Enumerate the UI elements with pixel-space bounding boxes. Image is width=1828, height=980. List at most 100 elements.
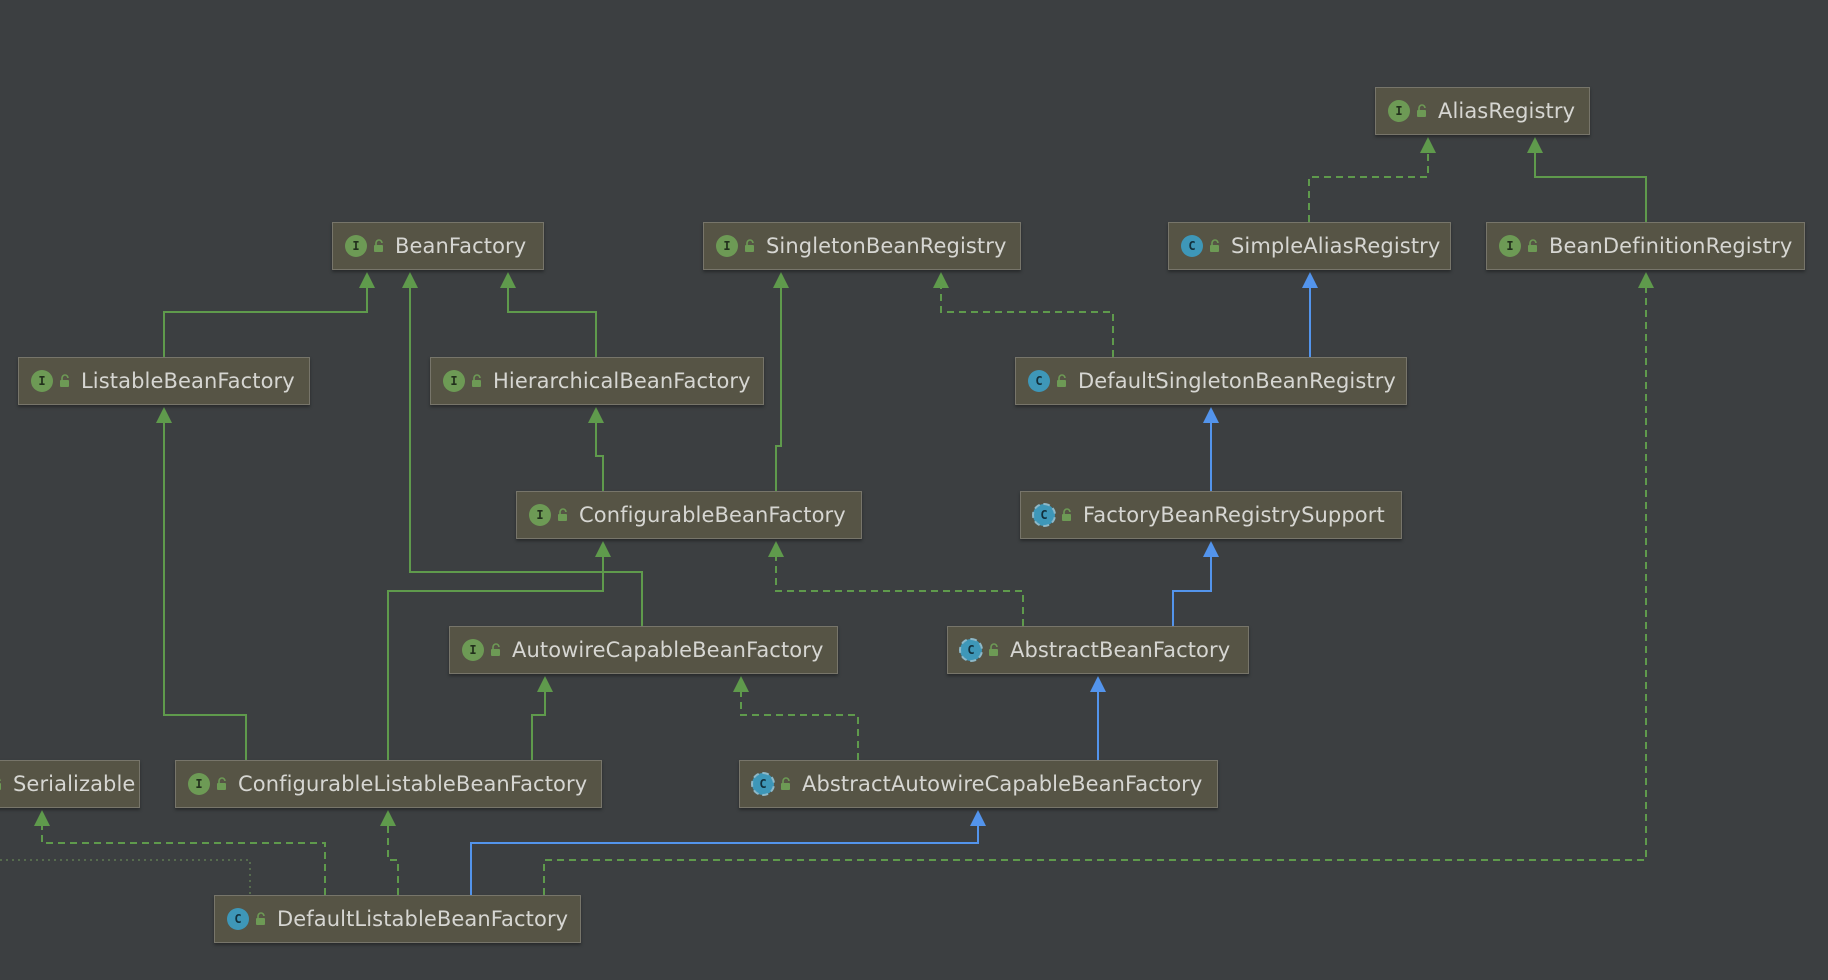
class-node-default-listable-bean-factory[interactable]: C DefaultListableBeanFactory (214, 895, 581, 943)
class-badge-icon: C (227, 908, 249, 930)
interface-badge-icon: I (443, 370, 465, 392)
edge-hierarchical-bean-factory-to-bean-factory (500, 272, 597, 357)
class-node-hierarchical-bean-factory[interactable]: I HierarchicalBeanFactory (430, 357, 764, 405)
inheritance-arrowhead-icon (1203, 541, 1219, 557)
class-name-label: HierarchicalBeanFactory (493, 369, 751, 393)
class-name-label: BeanDefinitionRegistry (1549, 234, 1793, 258)
public-visibility-icon (1056, 374, 1070, 388)
inheritance-arrowhead-icon (1302, 272, 1318, 288)
class-node-simple-alias-registry[interactable]: C SimpleAliasRegistry (1168, 222, 1451, 270)
edge-abstract-autowire-capable-bean-factory-to-autowire-capable-bean-factory (733, 676, 859, 760)
dotted-guide-line (0, 859, 251, 895)
inheritance-arrowhead-icon (359, 272, 375, 288)
public-visibility-icon (744, 239, 758, 253)
class-badge-icon: C (1032, 503, 1056, 527)
public-visibility-icon (1416, 104, 1430, 118)
class-node-abstract-autowire-capable-bean-factory[interactable]: C AbstractAutowireCapableBeanFactory (739, 760, 1218, 808)
inheritance-arrowhead-icon (768, 541, 784, 557)
public-visibility-icon (59, 374, 73, 388)
edge-abstract-bean-factory-to-configurable-bean-factory (768, 541, 1024, 626)
inheritance-arrowhead-icon (970, 810, 986, 826)
class-node-factory-bean-registry-support[interactable]: C FactoryBeanRegistrySupport (1020, 491, 1402, 539)
class-badge-icon: C (959, 638, 983, 662)
inheritance-edges (0, 137, 1654, 895)
inheritance-arrowhead-icon (1527, 137, 1543, 153)
edge-configurable-listable-bean-factory-to-autowire-capable-bean-factory (531, 676, 553, 760)
interface-badge-icon: I (345, 235, 367, 257)
edge-default-listable-bean-factory-to-abstract-autowire-capable-bean-factory (470, 810, 986, 895)
class-node-listable-bean-factory[interactable]: I ListableBeanFactory (18, 357, 310, 405)
edge-simple-alias-registry-to-alias-registry (1308, 137, 1436, 222)
interface-badge-icon: I (716, 235, 738, 257)
public-visibility-icon (216, 777, 230, 791)
class-name-label: SimpleAliasRegistry (1231, 234, 1441, 258)
class-node-configurable-bean-factory[interactable]: I ConfigurableBeanFactory (516, 491, 862, 539)
inheritance-arrowhead-icon (1090, 676, 1106, 692)
inheritance-arrowhead-icon (595, 541, 611, 557)
inheritance-arrowhead-icon (1420, 137, 1436, 153)
inheritance-arrowhead-icon (34, 810, 50, 826)
inheritance-arrowhead-icon (1203, 407, 1219, 423)
class-name-label: Serializable (13, 772, 136, 796)
public-visibility-icon (557, 508, 571, 522)
class-name-label: BeanFactory (395, 234, 527, 258)
class-node-bean-definition-registry[interactable]: I BeanDefinitionRegistry (1486, 222, 1805, 270)
class-name-label: ConfigurableListableBeanFactory (238, 772, 588, 796)
class-name-label: ConfigurableBeanFactory (579, 503, 846, 527)
public-visibility-icon (490, 643, 504, 657)
class-name-label: AbstractBeanFactory (1010, 638, 1231, 662)
edge-autowire-capable-bean-factory-to-bean-factory (402, 272, 643, 626)
edge-default-singleton-bean-registry-to-simple-alias-registry (1302, 272, 1318, 357)
interface-badge-icon: I (1388, 100, 1410, 122)
interface-badge-icon: I (1499, 235, 1521, 257)
inheritance-arrowhead-icon (1638, 272, 1654, 288)
class-node-alias-registry[interactable]: I AliasRegistry (1375, 87, 1590, 135)
edge-factory-bean-registry-support-to-default-singleton-bean-registry (1203, 407, 1219, 491)
uml-class-diagram: I AliasRegistry I BeanFactory I SingletonBean… (0, 0, 1828, 980)
public-visibility-icon (988, 643, 1002, 657)
interface-badge-icon: I (529, 504, 551, 526)
interface-badge-icon: I (188, 773, 210, 795)
class-node-singleton-bean-registry[interactable]: I SingletonBeanRegistry (703, 222, 1021, 270)
edge-default-singleton-bean-registry-to-singleton-bean-registry (933, 272, 1114, 357)
class-name-label: AliasRegistry (1438, 99, 1576, 123)
class-node-serializable[interactable]: ISerializable (0, 760, 140, 808)
edge-configurable-bean-factory-to-hierarchical-bean-factory (588, 407, 604, 491)
edge-listable-bean-factory-to-bean-factory (163, 272, 375, 357)
class-name-label: AutowireCapableBeanFactory (512, 638, 824, 662)
edge-configurable-bean-factory-to-singleton-bean-registry (773, 272, 789, 491)
class-name-label: DefaultListableBeanFactory (277, 907, 569, 931)
class-node-abstract-bean-factory[interactable]: C AbstractBeanFactory (947, 626, 1249, 674)
edge-default-listable-bean-factory-to-configurable-listable-bean-factory (380, 810, 399, 895)
inheritance-arrowhead-icon (537, 676, 553, 692)
class-name-label: DefaultSingletonBeanRegistry (1078, 369, 1396, 393)
public-visibility-icon (471, 374, 485, 388)
public-visibility-icon (373, 239, 387, 253)
class-node-default-singleton-bean-registry[interactable]: C DefaultSingletonBeanRegistry (1015, 357, 1407, 405)
class-name-label: ListableBeanFactory (81, 369, 295, 393)
inheritance-arrowhead-icon (773, 272, 789, 288)
edge-abstract-bean-factory-to-factory-bean-registry-support (1172, 541, 1219, 626)
class-node-autowire-capable-bean-factory[interactable]: I AutowireCapableBeanFactory (449, 626, 838, 674)
class-badge-icon: C (751, 772, 775, 796)
class-name-label: AbstractAutowireCapableBeanFactory (802, 772, 1203, 796)
public-visibility-icon (1209, 239, 1223, 253)
edge-configurable-listable-bean-factory-to-listable-bean-factory (156, 407, 247, 760)
class-node-bean-factory[interactable]: I BeanFactory (332, 222, 544, 270)
interface-badge-icon: I (462, 639, 484, 661)
class-badge-icon: C (1028, 370, 1050, 392)
public-visibility-icon (780, 777, 794, 791)
public-visibility-icon (255, 912, 269, 926)
public-visibility-icon (1527, 239, 1541, 253)
class-badge-icon: C (1181, 235, 1203, 257)
inheritance-arrowhead-icon (933, 272, 949, 288)
inheritance-arrowhead-icon (402, 272, 418, 288)
public-visibility-icon (0, 777, 5, 791)
class-name-label: SingletonBeanRegistry (766, 234, 1007, 258)
edge-abstract-autowire-capable-bean-factory-to-abstract-bean-factory (1090, 676, 1106, 760)
inheritance-arrowhead-icon (733, 676, 749, 692)
class-node-configurable-listable-bean-factory[interactable]: I ConfigurableListableBeanFactory (175, 760, 602, 808)
class-name-label: FactoryBeanRegistrySupport (1083, 503, 1385, 527)
public-visibility-icon (1061, 508, 1075, 522)
interface-badge-icon: I (31, 370, 53, 392)
